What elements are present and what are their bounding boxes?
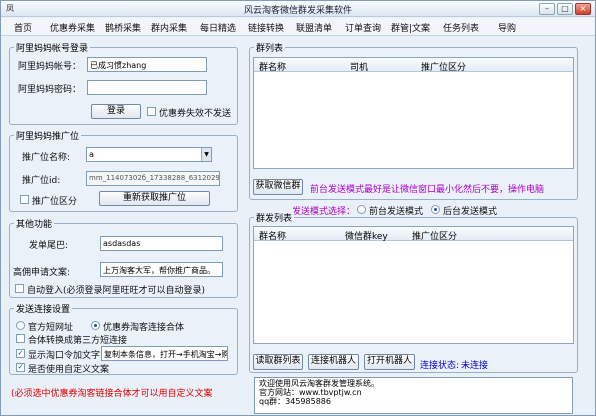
mode-select-label: 发送模式选择： — [292, 207, 356, 217]
tail-label: 发单尾巴: — [29, 241, 69, 251]
send-legend: 发送连接设置 — [14, 302, 73, 315]
promo-zone-checkbox[interactable] — [20, 195, 29, 204]
syndicate-link-radio[interactable] — [91, 321, 100, 330]
front-mode-radio[interactable] — [357, 205, 366, 214]
col-group-name[interactable]: 群名称 — [259, 60, 286, 73]
autologin-checkbox[interactable] — [15, 284, 24, 293]
menu-shopping-guide[interactable]: 导购 — [498, 21, 516, 34]
login-legend: 阿里妈妈帐号登录 — [14, 41, 91, 54]
open-robot-button[interactable]: 打开机器人 — [364, 354, 415, 370]
front-mode-label: 前台发送模式 — [369, 207, 424, 217]
coupon-invalid-checkbox[interactable] — [147, 107, 156, 116]
tail-input[interactable]: asdasdas — [100, 236, 223, 251]
promo-zone-label: 推广位区分 — [32, 197, 78, 207]
autologin-label: 自动登入(必须登录阿里旺旺才可以自动登录) — [27, 286, 206, 296]
coupon-invalid-label: 优惠券失效不发送 — [159, 109, 232, 119]
taokou-checkbox[interactable]: ✓ — [16, 349, 25, 358]
commission-input[interactable]: 上万淘客大军，帮你推广商品。 — [100, 262, 223, 277]
read-group-list-button[interactable]: 读取群列表 — [253, 354, 303, 370]
menu-queqiao-collect[interactable]: 鹊桥采集 — [105, 21, 141, 34]
group-list-legend: 群列表 — [254, 41, 286, 54]
password-label: 阿里妈妈密码： — [18, 85, 82, 95]
front-mode-warning: 前台发送模式最好是让微信窗口最小化然后不要，操作电脑 — [310, 185, 545, 195]
log-line: 欢迎使用风云淘客群发管理系统。 — [259, 379, 379, 388]
menu-group-copy[interactable]: 群管|文案 — [391, 21, 430, 34]
promo-name-select[interactable]: a ▼ — [86, 147, 212, 162]
menu-task-list[interactable]: 任务列表 — [443, 21, 479, 34]
log-line: qq群：345985886 — [259, 397, 331, 406]
connection-status-value: 未连接 — [461, 361, 489, 371]
menu-daily-picks[interactable]: 每日精选 — [200, 21, 236, 34]
minimize-button[interactable]: – — [539, 3, 555, 15]
official-short-url-label: 官方短网址 — [28, 323, 74, 333]
title-bar: 凤 风云淘客微信群发采集软件 – □ × — [1, 1, 595, 17]
group-table-header: 群名称 司机 推广位区分 — [254, 58, 573, 73]
col-driver[interactable]: 司机 — [350, 60, 368, 73]
col-promo-zone[interactable]: 推广位区分 — [421, 60, 466, 73]
syndicate-link-label: 优惠券淘客连接合体 — [103, 323, 185, 333]
log-line: 官方网站：www.tbvptjw.cn — [259, 388, 362, 397]
broadcast-table[interactable]: 群名称 微信群key 推广位区分 — [253, 226, 574, 344]
promo-id-field[interactable]: mm_11407302б_17338288_63120294 — [86, 171, 220, 186]
col-promo-zone[interactable]: 推广位区分 — [412, 229, 457, 242]
menu-bar: 首页 优惠券采集 鹊桥采集 群内采集 每日精选 链接转换 联盟清单 订单查询 群… — [1, 18, 595, 36]
maximize-button[interactable]: □ — [557, 3, 573, 15]
commission-label: 高佣申请文案: — [13, 268, 71, 278]
col-wechat-key[interactable]: 微信群key — [345, 229, 388, 242]
official-short-url-radio[interactable] — [16, 321, 25, 330]
menu-group-collect[interactable]: 群内采集 — [151, 21, 187, 34]
window-title: 风云淘客微信群发采集软件 — [243, 6, 352, 16]
custom-copy-label: 是否使用自定义文案 — [28, 365, 110, 375]
account-label: 阿里妈妈帐号： — [18, 62, 82, 72]
app-window: 凤 风云淘客微信群发采集软件 – □ × 首页 优惠券采集 鹊桥采集 群内采集 … — [0, 0, 596, 416]
chevron-down-icon[interactable]: ▼ — [201, 148, 211, 161]
login-button[interactable]: 登录 — [91, 104, 141, 119]
refresh-promo-button[interactable]: 重新获取推广位 — [99, 191, 210, 206]
taokou-label: 显示淘口令加文字 — [28, 351, 101, 361]
send-settings-group: 发送连接设置 官方短网址 优惠券淘客连接合体 合体转换成第三方短连接 ✓ 显示淘… — [9, 302, 238, 375]
broadcast-list-panel: 群发列表 群名称 微信群key 推广位区分 读取群列表 连接机器人 打开机器人 … — [249, 211, 578, 373]
connection-status-label: 连接状态: — [420, 361, 460, 371]
send-note: (必须选中优惠券淘客链接合体才可以用自定义文案 — [11, 389, 213, 399]
menu-home[interactable]: 首页 — [14, 21, 32, 34]
menu-link-convert[interactable]: 链接转换 — [248, 21, 284, 34]
group-list-panel: 群列表 群名称 司机 推广位区分 获取微信群 前台发送模式最好是让微信窗口最小化… — [249, 41, 578, 200]
close-button[interactable]: × — [575, 3, 591, 15]
third-party-checkbox[interactable] — [16, 334, 25, 343]
promo-id-label: 推广位id: — [22, 176, 61, 186]
menu-alliance-list[interactable]: 联盟清单 — [296, 21, 332, 34]
promo-legend: 阿里妈妈推广位 — [14, 129, 82, 142]
col-group-name[interactable]: 群名称 — [259, 229, 286, 242]
third-party-label: 合体转换成第三方短连接 — [28, 336, 128, 346]
group-table[interactable]: 群名称 司机 推广位区分 — [253, 57, 574, 169]
broadcast-table-header: 群名称 微信群key 推广位区分 — [254, 227, 573, 242]
promo-name-value: a — [89, 150, 94, 159]
taokou-text-input[interactable]: 复制本条信息，打开→手机淘宝→购 — [101, 346, 228, 361]
promo-name-label: 推广位名称: — [22, 153, 71, 163]
other-legend: 其他功能 — [14, 217, 55, 230]
back-mode-radio[interactable] — [431, 205, 440, 214]
menu-order-query[interactable]: 订单查询 — [345, 21, 381, 34]
broadcast-list-legend: 群发列表 — [254, 211, 295, 224]
connect-robot-button[interactable]: 连接机器人 — [308, 354, 359, 370]
login-group: 阿里妈妈帐号登录 阿里妈妈帐号： 已成习惯zhang 阿里妈妈密码： 登录 优惠… — [9, 41, 238, 125]
fetch-wechat-groups-button[interactable]: 获取微信群 — [253, 179, 303, 195]
account-input[interactable]: 已成习惯zhang — [87, 57, 207, 72]
back-mode-label: 后台发送模式 — [443, 207, 498, 217]
password-input[interactable] — [87, 80, 207, 95]
custom-copy-checkbox[interactable]: ✓ — [16, 363, 25, 372]
log-output[interactable]: 欢迎使用风云淘客群发管理系统。 官方网站：www.tbvptjw.cn qq群：… — [254, 377, 573, 414]
promo-group: 阿里妈妈推广位 推广位名称: a ▼ 推广位id: mm_11407302б_1… — [9, 129, 238, 212]
menu-coupon-collect[interactable]: 优惠券采集 — [50, 21, 95, 34]
other-group: 其他功能 发单尾巴: asdasdas 高佣申请文案: 上万淘客大军，帮你推广商… — [9, 217, 238, 298]
